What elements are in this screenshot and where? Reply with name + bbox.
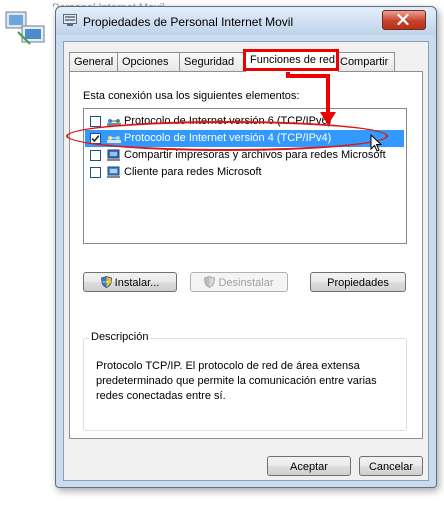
shield-icon [204, 276, 216, 289]
uninstall-button[interactable]: Desinstalar [190, 272, 288, 292]
uninstall-button-label: Desinstalar [218, 277, 274, 289]
close-button[interactable] [382, 10, 426, 30]
install-button[interactable]: Instalar... [83, 272, 177, 292]
network-protocol-icon [107, 119, 121, 126]
properties-button-label: Propiedades [327, 277, 389, 289]
ok-button-label: Aceptar [290, 461, 328, 473]
list-item-ipv6[interactable]: Protocolo de Internet versión 6 (TCP/IPv… [85, 113, 404, 130]
description-legend: Descripción [89, 331, 151, 343]
dialog-body: General Opciones Seguridad Funciones de … [63, 41, 429, 481]
title-bar[interactable]: Propiedades de Personal Internet Movil [56, 7, 436, 35]
computer-share-icon [107, 149, 120, 161]
microsoft-client-checkbox[interactable] [90, 167, 101, 178]
cancel-button[interactable]: Cancelar [359, 456, 423, 476]
tab-opciones[interactable]: Opciones [117, 52, 181, 71]
cancel-button-label: Cancelar [368, 461, 414, 473]
tab-panel-networking: Esta conexión usa los siguientes element… [66, 71, 423, 439]
connection-items-label: Esta conexión usa los siguientes element… [83, 90, 300, 102]
ok-button[interactable]: Aceptar [267, 456, 351, 476]
list-item-microsoft-client[interactable]: Cliente para redes Microsoft [85, 164, 404, 181]
shield-icon [100, 276, 112, 289]
ipv6-checkbox[interactable] [90, 116, 101, 127]
properties-button[interactable]: Propiedades [310, 272, 406, 292]
components-list[interactable]: Protocolo de Internet versión 6 (TCP/IPv… [83, 108, 407, 244]
checkmark-icon [91, 135, 100, 143]
properties-dialog: Propiedades de Personal Internet Movil G… [55, 6, 437, 488]
description-text: Protocolo TCP/IP. El protocolo de red de… [96, 360, 377, 402]
close-icon [397, 14, 409, 25]
network-connection-icon [5, 11, 45, 45]
ipv4-label: Protocolo de Internet versión 4 (TCP/IPv… [124, 132, 332, 144]
network-adapter-icon [63, 14, 77, 26]
ipv6-label: Protocolo de Internet versión 6 (TCP/IPv… [124, 115, 332, 127]
computer-client-icon [107, 166, 120, 178]
tab-compartir[interactable]: Compartir [335, 52, 395, 71]
tab-general[interactable]: General [69, 52, 119, 71]
file-printer-sharing-label: Compartir impresoras y archivos para red… [124, 149, 386, 161]
install-button-label: Instalar... [114, 277, 160, 289]
tab-funciones-de-red[interactable]: Funciones de red [245, 50, 339, 72]
window-title: Propiedades de Personal Internet Movil [83, 15, 294, 29]
tab-strip: General Opciones Seguridad Funciones de … [69, 49, 424, 72]
list-item-file-printer-sharing[interactable]: Compartir impresoras y archivos para red… [85, 147, 404, 164]
file-printer-sharing-checkbox[interactable] [90, 150, 101, 161]
network-protocol-icon [107, 136, 121, 143]
tab-seguridad[interactable]: Seguridad [179, 52, 245, 71]
description-group: Descripción Protocolo TCP/IP. El protoco… [83, 331, 407, 431]
microsoft-client-label: Cliente para redes Microsoft [124, 166, 262, 178]
list-item-ipv4[interactable]: Protocolo de Internet versión 4 (TCP/IPv… [85, 130, 404, 147]
ipv4-checkbox[interactable] [90, 133, 101, 144]
